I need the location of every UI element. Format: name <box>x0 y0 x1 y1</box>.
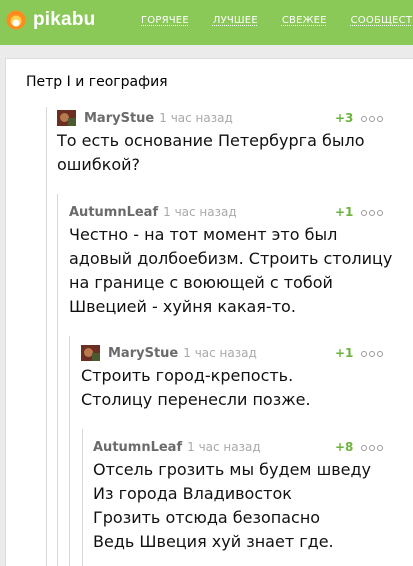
comment-header: AutumnLeaf 1 час назад <box>93 439 261 455</box>
avatar[interactable] <box>57 110 76 126</box>
comment: MaryStue 1 час назад +3 То есть основани… <box>57 110 413 190</box>
comment-author[interactable]: AutumnLeaf <box>69 205 158 220</box>
comment-rating: +8 <box>335 440 354 454</box>
more-icon[interactable] <box>361 210 385 216</box>
comment-header: MaryStue 1 час назад <box>57 110 233 126</box>
comment-text: Честно - на тот момент это был адовый до… <box>69 225 393 316</box>
comment-time: 1 час назад <box>159 111 233 125</box>
comment-rating: +1 <box>335 346 354 360</box>
nav-communities[interactable]: СООБЩЕСТ <box>351 15 413 26</box>
comment-time: 1 час назад <box>163 205 237 219</box>
logo[interactable]: pikabu <box>6 9 95 31</box>
comment-header: AutumnLeaf 1 час назад <box>69 204 237 220</box>
comment-time: 1 час назад <box>183 346 257 360</box>
thread-line[interactable] <box>82 429 83 566</box>
post-title[interactable]: Петр I и география <box>26 74 168 90</box>
comment-text: То есть основание Петербурга было ошибко… <box>57 131 365 174</box>
pikabu-logo-icon <box>6 10 26 30</box>
main-nav: ГОРЯЧЕЕ ЛУЧШЕЕ СВЕЖЕЕ СООБЩЕСТ <box>141 15 413 26</box>
comment-author[interactable]: MaryStue <box>84 111 154 126</box>
thread-line[interactable] <box>69 336 70 566</box>
comment-rating: +3 <box>335 111 354 125</box>
site-header: pikabu ГОРЯЧЕЕ ЛУЧШЕЕ СВЕЖЕЕ СООБЩЕСТ <box>0 0 413 45</box>
comments-panel: Петр I и география MaryStue 1 час назад … <box>5 58 413 566</box>
more-icon[interactable] <box>361 445 385 451</box>
comment: MaryStue 1 час назад +1 Строить город-кр… <box>81 345 413 425</box>
thread-line[interactable] <box>46 107 47 566</box>
comment-author[interactable]: AutumnLeaf <box>93 440 182 455</box>
comment-rating: +1 <box>335 205 354 219</box>
comment-time: 1 час назад <box>187 440 261 454</box>
nav-fresh[interactable]: СВЕЖЕЕ <box>282 15 327 26</box>
comment: AutumnLeaf 1 час назад +1 Честно - на то… <box>69 204 413 324</box>
comment-header: MaryStue 1 час назад <box>81 345 257 361</box>
comment: AutumnLeaf 1 час назад +8 Отсель грозить… <box>93 439 413 559</box>
more-icon[interactable] <box>361 116 385 122</box>
more-icon[interactable] <box>361 351 385 357</box>
comment-author[interactable]: MaryStue <box>108 346 178 361</box>
avatar[interactable] <box>81 345 100 361</box>
logo-text: pikabu <box>33 9 96 30</box>
nav-hot[interactable]: ГОРЯЧЕЕ <box>141 15 189 26</box>
comment-text: Отсель грозить мы будем шведу Из города … <box>93 460 372 551</box>
thread-line[interactable] <box>57 194 58 566</box>
nav-best[interactable]: ЛУЧШЕЕ <box>213 15 258 26</box>
comment-text: Строить город-крепость. Столицу перенесл… <box>81 366 311 409</box>
